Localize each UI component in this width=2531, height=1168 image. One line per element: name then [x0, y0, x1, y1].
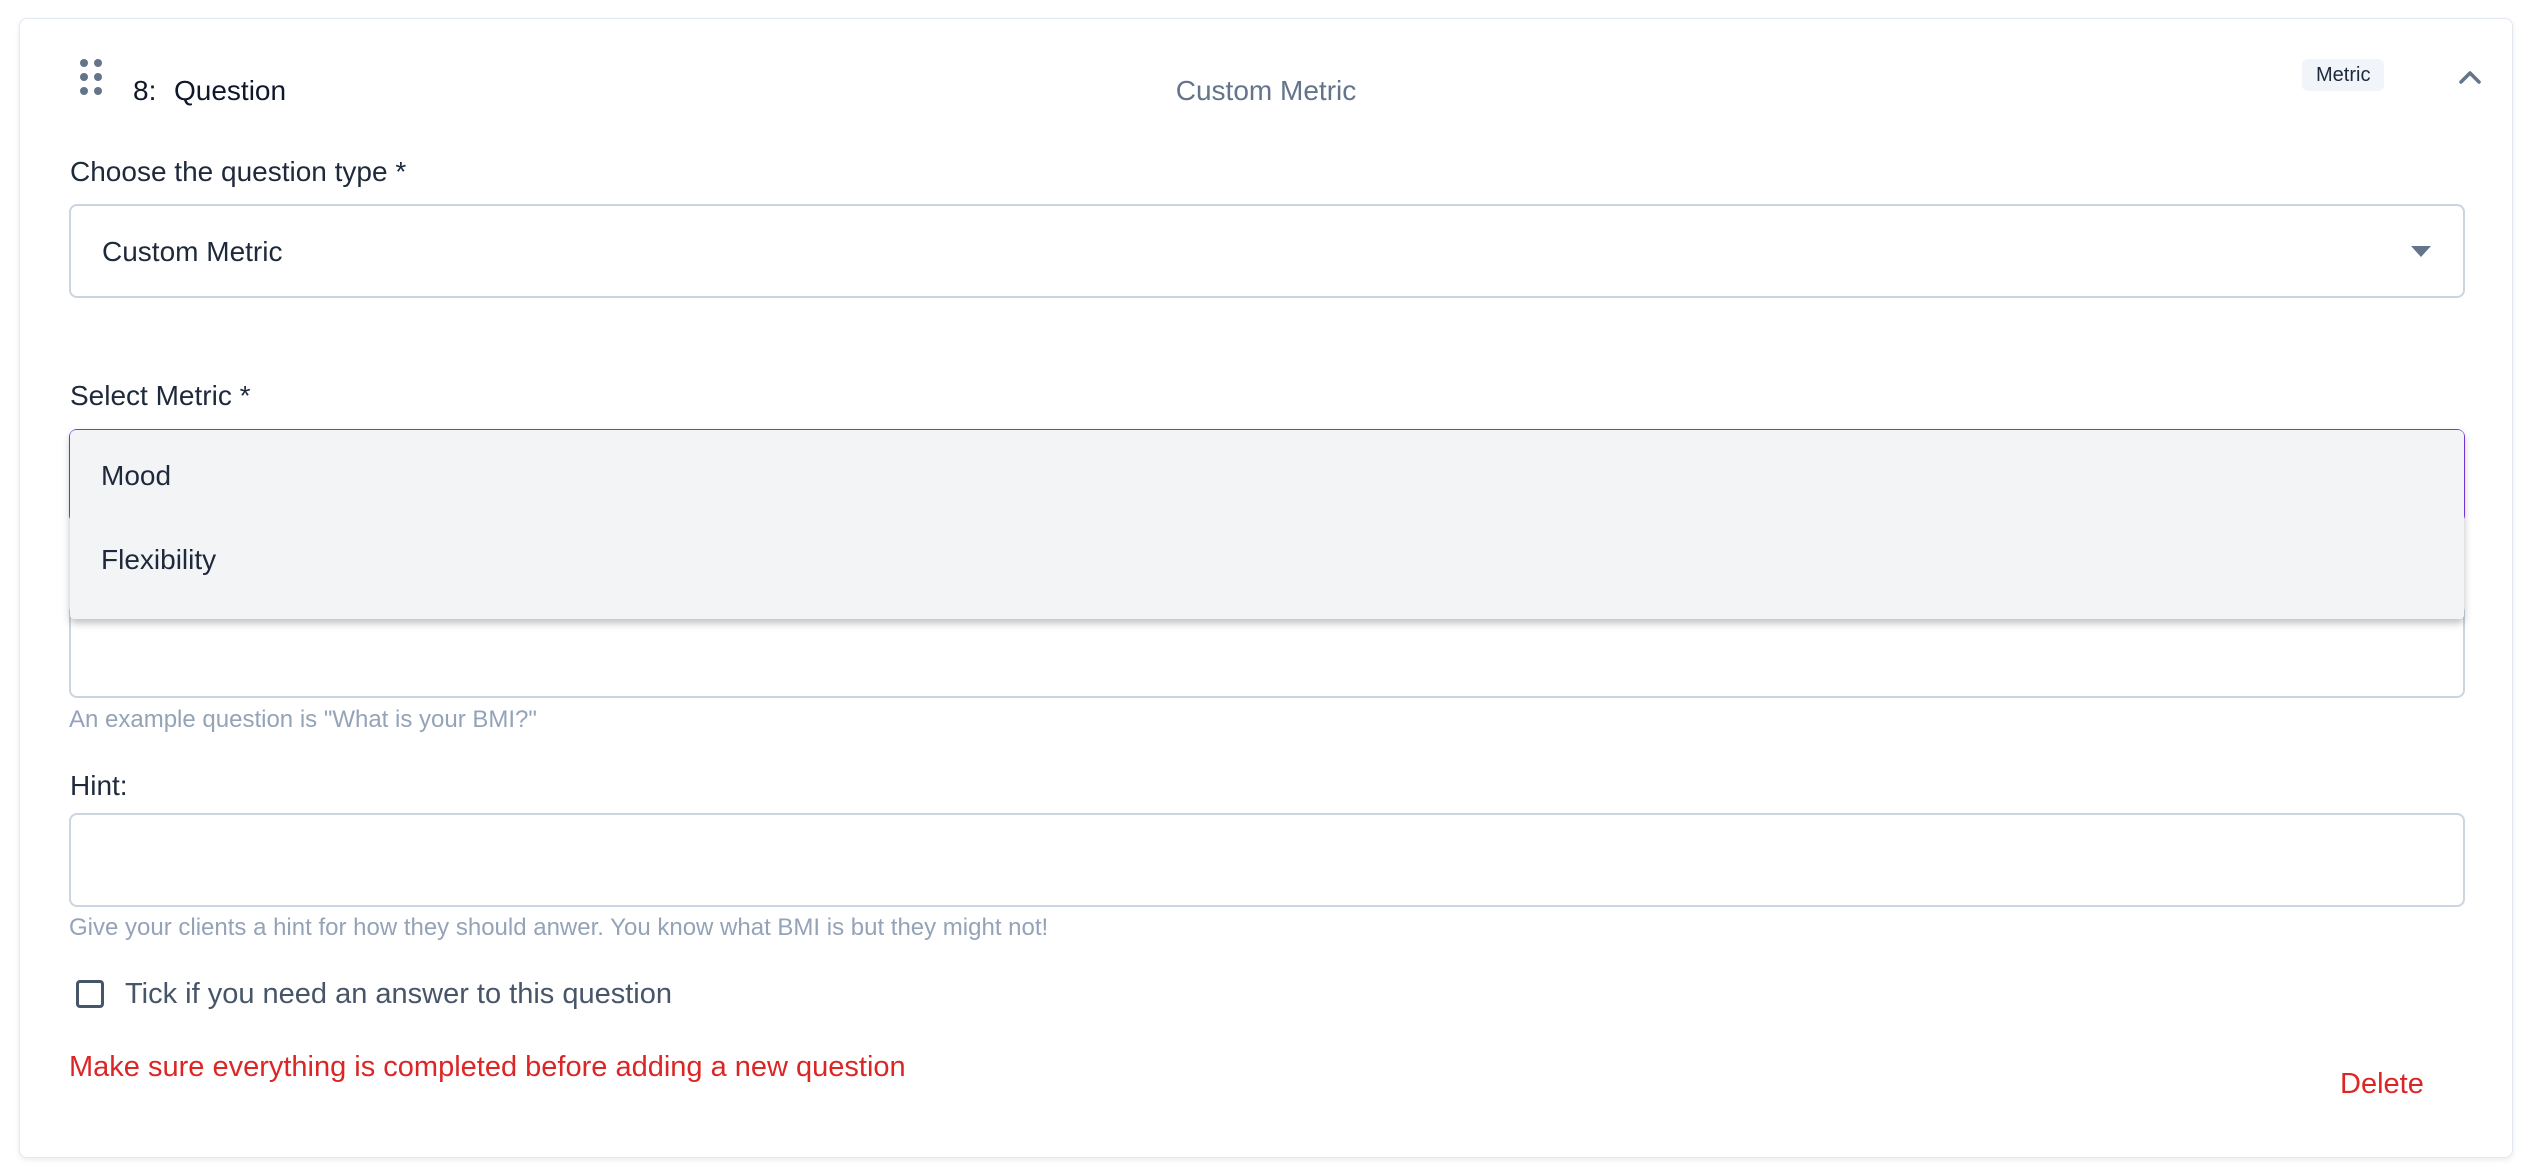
metric-dropdown-menu: Mood Flexibility	[70, 430, 2464, 619]
chevron-up-icon[interactable]	[2452, 59, 2488, 95]
dropdown-option-label: Flexibility	[101, 544, 217, 575]
dropdown-option-mood[interactable]: Mood	[70, 430, 2464, 514]
question-card: 8: Question Custom Metric Metric Choose …	[19, 18, 2513, 1158]
question-header[interactable]: 8: Question Custom Metric Metric	[20, 19, 2512, 131]
question-type-select[interactable]: Custom Metric	[69, 204, 2465, 298]
question-type-value: Custom Metric	[102, 236, 283, 267]
question-type-label: Choose the question type *	[70, 156, 407, 187]
caret-down-icon	[2411, 246, 2431, 257]
required-checkbox[interactable]	[76, 980, 104, 1008]
validation-error-message: Make sure everything is completed before…	[69, 1051, 906, 1083]
dropdown-option-label: Mood	[101, 460, 172, 491]
hint-helper: Give your clients a hint for how they sh…	[69, 914, 1049, 941]
question-text-helper: An example question is "What is your BMI…	[69, 706, 537, 733]
required-checkbox-label[interactable]: Tick if you need an answer to this quest…	[125, 978, 672, 1011]
dropdown-option-flexibility[interactable]: Flexibility	[70, 514, 2464, 598]
metric-label: Select Metric *	[70, 380, 251, 411]
hint-label: Hint:	[70, 770, 128, 801]
delete-button[interactable]: Delete	[2340, 1068, 2424, 1101]
hint-input[interactable]	[69, 813, 2465, 907]
question-type-summary: Custom Metric	[1175, 75, 1357, 106]
question-type-badge: Metric	[2302, 59, 2385, 91]
